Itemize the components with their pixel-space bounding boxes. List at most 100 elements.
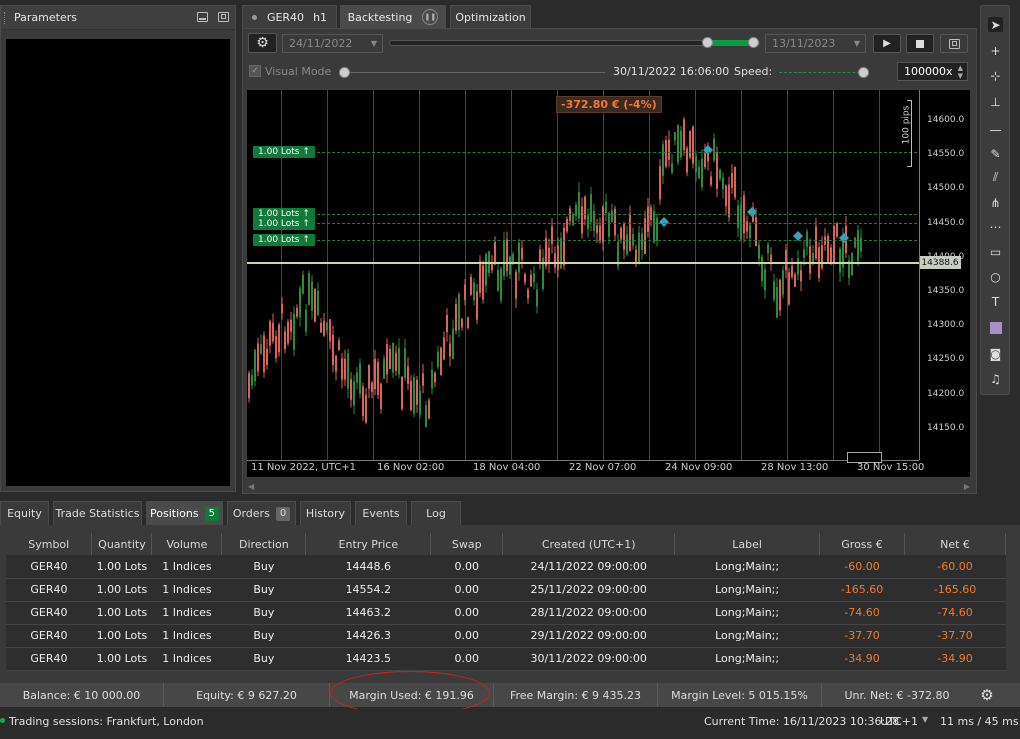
- table-cell: 1.00 Lots: [91, 647, 152, 671]
- bell-icon[interactable]: ♫: [988, 371, 1003, 386]
- ruler-icon[interactable]: ⋯: [988, 219, 1003, 234]
- save-report-button[interactable]: [940, 34, 968, 53]
- table-row[interactable]: GER40 1.00 Lots 1 Indices Buy 14448.6 0.00 24/…: [6, 555, 1006, 579]
- candle: [272, 322, 274, 342]
- candle: [788, 272, 790, 305]
- tab-optimization[interactable]: Optimization: [450, 5, 531, 28]
- tab-orders[interactable]: Orders 0: [227, 501, 296, 525]
- tab-events[interactable]: Events: [355, 501, 407, 525]
- timezone-select[interactable]: UTC+1: [880, 715, 918, 728]
- pitchfork-icon[interactable]: ⋔: [988, 195, 1003, 210]
- minimize-icon[interactable]: [197, 12, 208, 22]
- settings-gear-icon[interactable]: ⚙: [248, 33, 277, 53]
- column-header[interactable]: Created (UTC+1): [502, 533, 676, 555]
- rectangle-icon[interactable]: ▭: [988, 244, 1003, 259]
- column-header[interactable]: Net €: [904, 533, 1006, 555]
- range-start-knob[interactable]: [702, 37, 713, 48]
- tab-trade-statistics[interactable]: Trade Statistics: [53, 501, 142, 525]
- visual-time-slider[interactable]: [345, 72, 605, 73]
- table-row[interactable]: GER40 1.00 Lots 1 Indices Buy 14554.2 0.00 25/…: [6, 578, 1006, 602]
- candle: [275, 336, 277, 359]
- end-date-select[interactable]: 13/11/2023 ▼: [765, 34, 866, 53]
- candle: [473, 282, 475, 301]
- visual-time-knob[interactable]: [339, 67, 350, 78]
- pen-icon[interactable]: ✎: [988, 146, 1003, 161]
- chart-scrollbar[interactable]: ◀ ▶: [248, 482, 970, 491]
- range-end-knob[interactable]: [748, 37, 759, 48]
- tab-positions[interactable]: Positions 5: [146, 501, 223, 525]
- ellipse-icon[interactable]: ○: [988, 269, 1003, 284]
- panel-grip[interactable]: [4, 12, 7, 24]
- tab-equity[interactable]: Equity: [0, 501, 49, 525]
- table-cell: GER40: [6, 601, 92, 625]
- crosshair-icon[interactable]: +: [988, 43, 1003, 58]
- play-button[interactable]: ▶: [873, 34, 901, 53]
- candle: [836, 222, 838, 237]
- tab-orders-label: Orders: [232, 507, 270, 520]
- candle: [479, 261, 481, 293]
- scroll-left-icon[interactable]: ◀: [248, 482, 254, 491]
- pointer-icon[interactable]: ➤: [988, 17, 1003, 32]
- tab-history[interactable]: History: [300, 501, 351, 525]
- position-icon[interactable]: ⊥: [988, 94, 1003, 109]
- entry-marker[interactable]: [659, 217, 669, 227]
- entry-marker[interactable]: [839, 233, 849, 243]
- save-icon[interactable]: [218, 12, 229, 22]
- column-header[interactable]: Swap: [430, 533, 504, 555]
- price-tick-label: 14500.0: [927, 183, 965, 194]
- account-settings-gear-icon[interactable]: ⚙: [972, 686, 1002, 704]
- column-header[interactable]: Gross €: [819, 533, 905, 555]
- candle: [284, 331, 286, 350]
- tab-symbol[interactable]: GER40 h1: [242, 5, 337, 28]
- horizontal-line-icon[interactable]: —: [988, 122, 1003, 137]
- scroll-marker[interactable]: [847, 452, 882, 463]
- color-picker-icon[interactable]: [988, 320, 1003, 335]
- table-row[interactable]: GER40 1.00 Lots 1 Indices Buy 14423.5 0.00 30/…: [6, 647, 1006, 671]
- stop-button[interactable]: [906, 34, 934, 53]
- column-header[interactable]: Entry Price: [305, 533, 432, 555]
- table-row[interactable]: GER40 1.00 Lots 1 Indices Buy 14426.3 0.00 29/…: [6, 624, 1006, 648]
- text-icon[interactable]: T: [988, 294, 1003, 309]
- column-header[interactable]: Volume: [151, 533, 223, 555]
- time-tick-label: 22 Nov 07:00: [569, 462, 637, 473]
- candle: [662, 144, 664, 176]
- pause-icon[interactable]: ❚❚: [422, 9, 439, 25]
- start-date-select[interactable]: 24/11/2022 ▼: [282, 34, 383, 53]
- table-cell: 1.00 Lots: [91, 601, 152, 625]
- table-cell: -74.60: [819, 601, 905, 625]
- table-row[interactable]: GER40 1.00 Lots 1 Indices Buy 14463.2 0.00 28/…: [6, 601, 1006, 625]
- table-cell: Buy: [221, 624, 306, 648]
- lot-label[interactable]: 1.00 Lots ↑: [253, 234, 315, 246]
- column-header[interactable]: Direction: [221, 533, 307, 555]
- column-header[interactable]: Symbol: [6, 533, 93, 555]
- speed-knob[interactable]: [858, 67, 869, 78]
- camera-icon[interactable]: ◙: [988, 346, 1003, 361]
- column-header[interactable]: Label: [674, 533, 821, 555]
- price-tick-label: 14350.0: [927, 286, 965, 296]
- lot-label[interactable]: 1.00 Lots ↑: [253, 218, 315, 230]
- chevron-down-icon[interactable]: ▼: [922, 715, 928, 724]
- candle: [737, 205, 739, 228]
- visual-mode-checkbox[interactable]: ✓: [249, 65, 261, 77]
- candle: [698, 166, 700, 179]
- candle: [485, 254, 487, 286]
- candle: [536, 289, 538, 307]
- candle: [719, 169, 721, 179]
- column-header[interactable]: Quantity: [91, 533, 153, 555]
- tab-log[interactable]: Log: [411, 501, 461, 525]
- tab-backtesting[interactable]: Backtesting ❚❚: [340, 5, 446, 28]
- table-cell: -60.00: [819, 555, 905, 579]
- tab-history-label: History: [305, 507, 346, 520]
- speed-input[interactable]: 100000x ▲ ▼: [897, 62, 968, 81]
- scroll-right-icon[interactable]: ▶: [964, 482, 970, 491]
- candle: [755, 217, 757, 247]
- grid-cross-icon[interactable]: ⊹: [988, 68, 1003, 83]
- fibonacci-icon[interactable]: ⫽: [988, 170, 1003, 185]
- table-cell: 14423.5: [305, 647, 431, 671]
- positions-count-badge: 5: [204, 506, 219, 521]
- price-chart[interactable]: 1.00 Lots ↑ 1.00 Lots ↑ 1.00 Lots ↑ 1.00…: [247, 90, 970, 477]
- spinner-icon[interactable]: ▲ ▼: [958, 64, 963, 80]
- speed-slider[interactable]: [779, 72, 865, 73]
- table-cell: 14426.3: [305, 624, 431, 648]
- lot-label[interactable]: 1.00 Lots ↑: [253, 146, 315, 158]
